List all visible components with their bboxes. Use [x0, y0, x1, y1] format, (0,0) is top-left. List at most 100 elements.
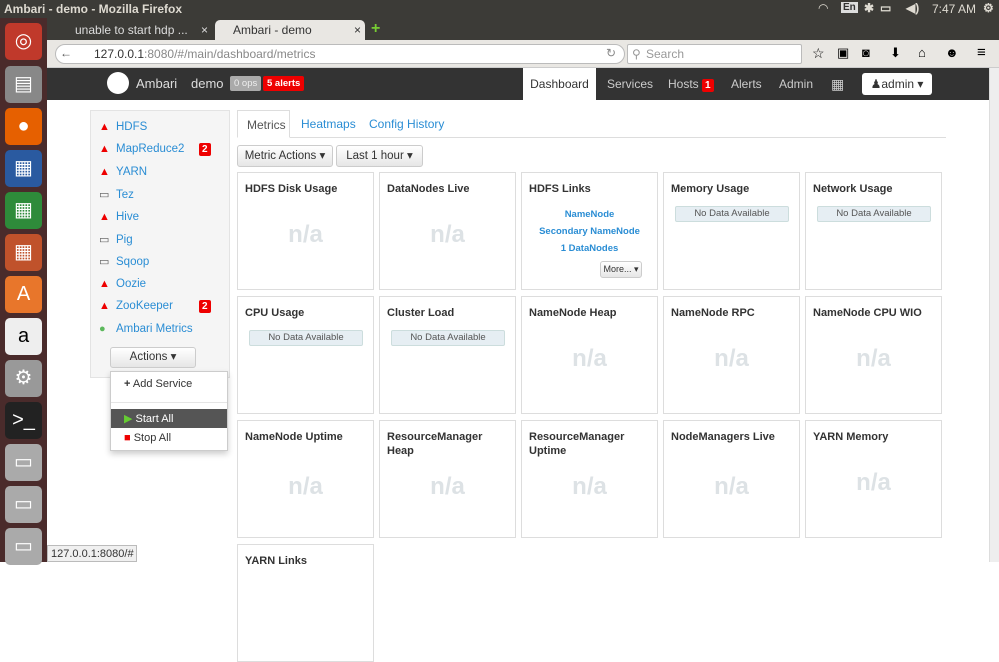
- browser-tab-active[interactable]: Ambari - demo ×: [215, 20, 365, 40]
- widget-resourcemanager-uptime[interactable]: ResourceManager Uptime n/a: [521, 420, 658, 538]
- hello-icon[interactable]: ☻: [945, 45, 959, 60]
- scrollbar[interactable]: [989, 68, 999, 562]
- search-icon: ⚲: [632, 47, 641, 61]
- service-item-zookeeper[interactable]: ▲ ZooKeeper 2: [99, 300, 211, 318]
- stop-all-item[interactable]: ■ Stop All: [111, 429, 227, 448]
- alert-icon: ▲: [99, 165, 110, 178]
- widget-resourcemanager-heap[interactable]: ResourceManager Heap n/a: [379, 420, 516, 538]
- power-icon[interactable]: ⚙: [983, 1, 994, 15]
- na-value: n/a: [856, 345, 891, 372]
- alert-icon: ▲: [99, 300, 110, 313]
- reading-list-icon[interactable]: ▣: [837, 45, 849, 61]
- widget-namenode-uptime[interactable]: NameNode Uptime n/a: [237, 420, 374, 538]
- widget-memory-usage[interactable]: Memory Usage No Data Available: [663, 172, 800, 290]
- ambari-logo-icon[interactable]: [107, 72, 129, 94]
- brand[interactable]: Ambari: [136, 68, 177, 100]
- url-bar[interactable]: ← 127.0.0.1:8080/#/main/dashboard/metrics…: [55, 44, 625, 64]
- tab-metrics[interactable]: Metrics: [237, 110, 290, 138]
- time-range-button[interactable]: Last 1 hour ▾: [336, 145, 423, 167]
- launcher: ◎ ▤ ● ▦ ▦ ▦ A a ⚙ >_ ▭ ▭ ▭: [0, 18, 47, 565]
- clock[interactable]: 7:47 AM: [932, 2, 976, 16]
- service-item-mapreduce2[interactable]: ▲ MapReduce2 2: [99, 143, 211, 161]
- service-item-oozie[interactable]: ▲ Oozie: [99, 278, 146, 296]
- service-item-hive[interactable]: ▲ Hive: [99, 211, 139, 229]
- nav-dashboard[interactable]: Dashboard: [523, 68, 596, 100]
- battery-icon[interactable]: ▭: [880, 1, 891, 15]
- more-button[interactable]: More... ▾: [600, 261, 642, 278]
- widget-datanodes-live[interactable]: DataNodes Live n/a: [379, 172, 516, 290]
- widget-title: NameNode Heap: [529, 307, 617, 319]
- actions-button[interactable]: Actions ▾: [110, 347, 196, 368]
- back-icon[interactable]: ←: [60, 46, 72, 60]
- widget-namenode-cpu-wio[interactable]: NameNode CPU WIO n/a: [805, 296, 942, 414]
- service-alert-badge[interactable]: 2: [199, 143, 211, 157]
- calc-icon[interactable]: ▦: [5, 192, 42, 229]
- bluetooth-icon[interactable]: ✱: [864, 1, 874, 15]
- service-name: MapReduce2: [116, 143, 185, 156]
- wifi-icon[interactable]: ◠: [818, 1, 828, 15]
- drive-icon[interactable]: ▭: [5, 486, 42, 523]
- writer-icon[interactable]: ▦: [5, 150, 42, 187]
- search-input[interactable]: ⚲ Search: [627, 44, 802, 64]
- user-menu-button[interactable]: ♟admin ▾: [862, 73, 932, 95]
- datanodes-link[interactable]: 1 DataNodes: [522, 243, 657, 254]
- widget-nodemanagers-live[interactable]: NodeManagers Live n/a: [663, 420, 800, 538]
- service-item-sqoop[interactable]: ▭ Sqoop: [99, 255, 149, 273]
- firefox-icon[interactable]: ●: [5, 108, 42, 145]
- new-tab-icon[interactable]: +: [367, 20, 380, 40]
- start-all-item[interactable]: ▶ Start All: [111, 409, 227, 428]
- impress-icon[interactable]: ▦: [5, 234, 42, 271]
- service-item-tez[interactable]: ▭ Tez: [99, 188, 134, 206]
- time-range-label: Last 1 hour: [346, 150, 404, 162]
- widget-namenode-rpc[interactable]: NameNode RPC n/a: [663, 296, 800, 414]
- terminal-icon[interactable]: >_: [5, 402, 42, 439]
- browser-tab[interactable]: unable to start hdp ... ×: [57, 20, 212, 40]
- settings-icon[interactable]: ⚙: [5, 360, 42, 397]
- tab-heatmaps[interactable]: Heatmaps: [301, 117, 356, 131]
- drive-icon[interactable]: ▭: [5, 444, 42, 481]
- volume-icon[interactable]: ◀): [906, 1, 919, 15]
- drive-icon[interactable]: ▭: [5, 528, 42, 565]
- play-icon: ▶: [124, 413, 133, 425]
- widget-hdfs-links[interactable]: HDFS Links NameNode Secondary NameNode 1 Da…: [521, 172, 658, 290]
- alert-icon: ▲: [99, 143, 110, 156]
- close-icon[interactable]: ×: [201, 23, 208, 37]
- metric-actions-button[interactable]: Metric Actions ▾: [237, 145, 333, 167]
- cluster-name[interactable]: demo: [191, 68, 224, 100]
- service-item-hdfs[interactable]: ▲ HDFS: [99, 121, 147, 139]
- tab-config-history[interactable]: Config History: [369, 117, 444, 131]
- namenode-link[interactable]: NameNode: [522, 209, 657, 220]
- views-grid-icon[interactable]: ▦: [831, 68, 844, 100]
- service-item-yarn[interactable]: ▲ YARN: [99, 166, 147, 184]
- ops-badge[interactable]: 0 ops: [230, 76, 262, 91]
- widget-network-usage[interactable]: Network Usage No Data Available: [805, 172, 942, 290]
- alerts-badge[interactable]: 5 alerts: [263, 76, 305, 91]
- files-icon[interactable]: ▤: [5, 66, 42, 103]
- close-icon[interactable]: ×: [354, 23, 361, 37]
- secondary-namenode-link[interactable]: Secondary NameNode: [522, 226, 657, 237]
- pocket-icon[interactable]: ◙: [862, 45, 870, 60]
- widget-cpu-usage[interactable]: CPU Usage No Data Available: [237, 296, 374, 414]
- nav-hosts[interactable]: Hosts 1: [668, 68, 714, 100]
- add-service-item[interactable]: + Add Service: [111, 375, 227, 394]
- na-value: n/a: [430, 221, 465, 248]
- nav-admin[interactable]: Admin: [779, 68, 813, 100]
- service-item-ambari-metrics[interactable]: ● Ambari Metrics: [99, 323, 193, 341]
- bookmark-star-icon[interactable]: ☆: [812, 45, 825, 62]
- menu-icon[interactable]: ≡: [977, 44, 986, 61]
- widget-yarn-memory[interactable]: YARN Memory n/a: [805, 420, 942, 538]
- nav-alerts[interactable]: Alerts: [731, 68, 762, 100]
- home-icon[interactable]: ⌂: [918, 45, 926, 60]
- service-alert-badge[interactable]: 2: [199, 300, 211, 314]
- software-center-icon[interactable]: A: [5, 276, 42, 313]
- widget-namenode-heap[interactable]: NameNode Heap n/a: [521, 296, 658, 414]
- service-item-pig[interactable]: ▭ Pig: [99, 233, 133, 251]
- download-icon[interactable]: ⬇: [890, 45, 901, 61]
- widget-hdfs-disk-usage[interactable]: HDFS Disk Usage n/a: [237, 172, 374, 290]
- amazon-icon[interactable]: a: [5, 318, 42, 355]
- reload-icon[interactable]: ↻: [606, 46, 616, 60]
- nav-services[interactable]: Services: [607, 68, 653, 100]
- ubuntu-icon[interactable]: ◎: [5, 23, 42, 60]
- widget-cluster-load[interactable]: Cluster Load No Data Available: [379, 296, 516, 414]
- keyboard-lang[interactable]: En: [841, 2, 858, 13]
